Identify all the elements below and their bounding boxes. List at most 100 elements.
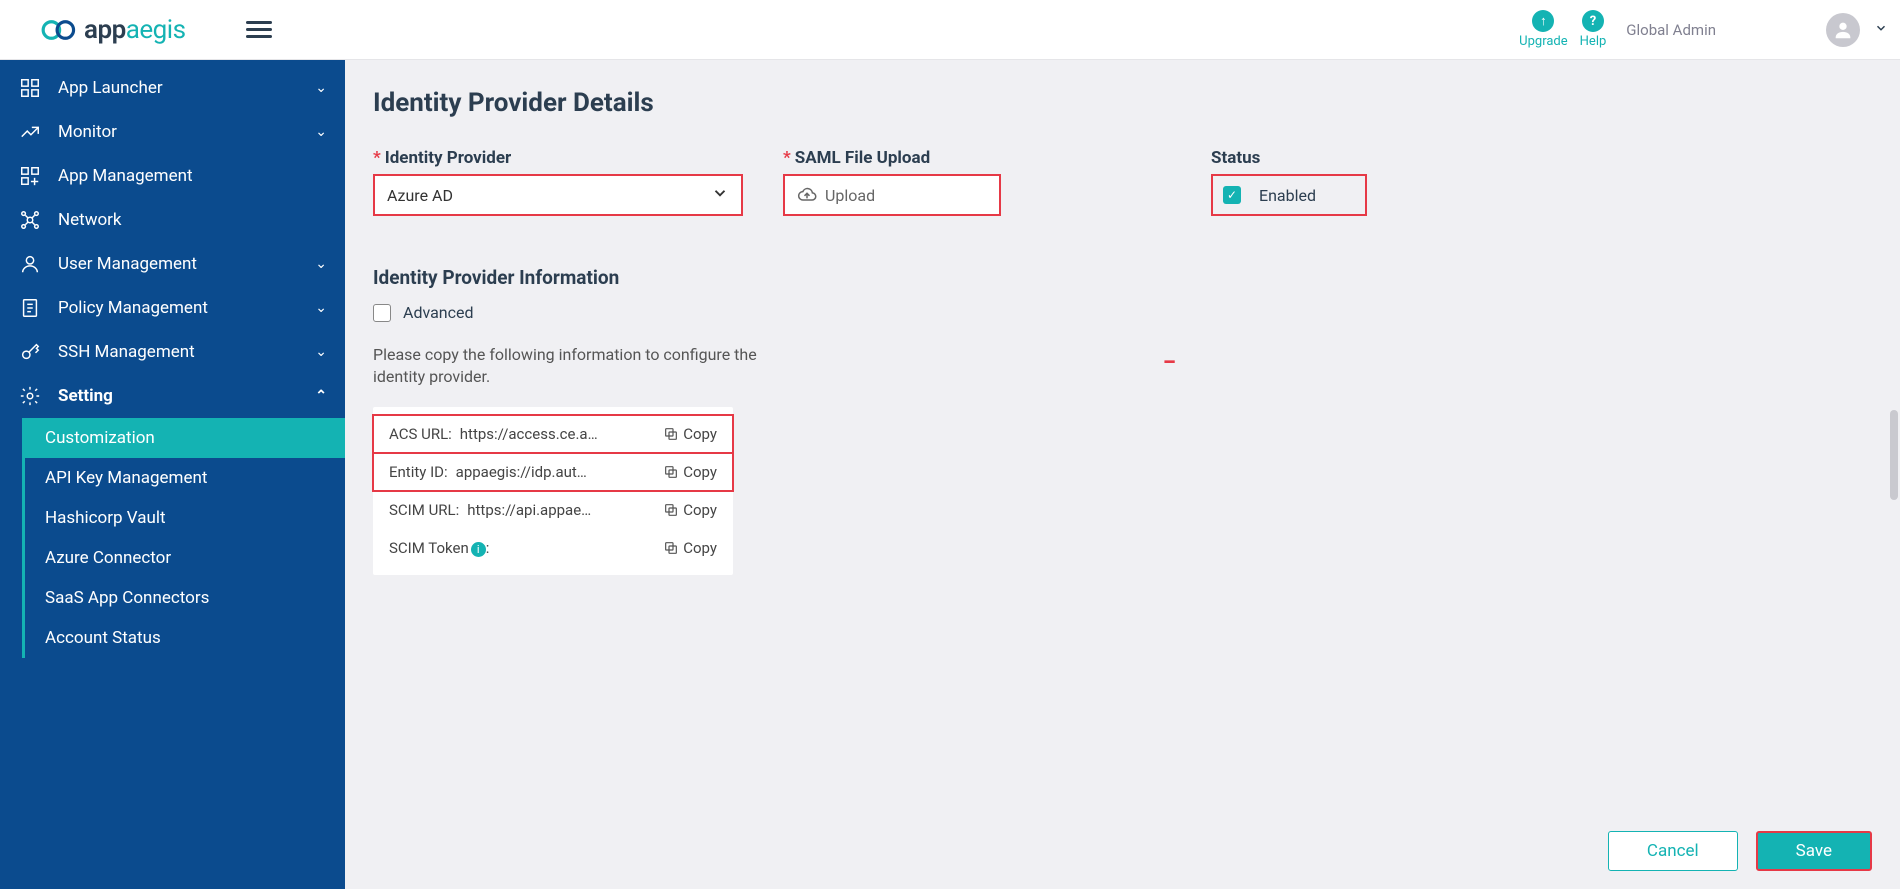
info-row-acs-url: ACS URL: https://access.ce.a… Copy — [373, 415, 733, 453]
status-group: Status ✓ Enabled — [1211, 148, 1367, 216]
chevron-up-icon: ⌃ — [315, 388, 327, 404]
info-value: https://api.appae… — [467, 501, 655, 519]
identity-provider-value: Azure AD — [387, 186, 453, 205]
scrollbar[interactable] — [1890, 410, 1898, 500]
gear-icon — [18, 385, 42, 407]
sidebar-subitem-account-status[interactable]: Account Status — [25, 618, 345, 658]
copy-icon — [663, 464, 679, 480]
advanced-label: Advanced — [403, 303, 474, 322]
sidebar-subitem-saas-connectors[interactable]: SaaS App Connectors — [25, 578, 345, 618]
sidebar: App Launcher ⌄ Monitor ⌄ App Management … — [0, 60, 345, 889]
sidebar-item-setting[interactable]: Setting ⌃ — [0, 374, 345, 418]
chevron-down-icon: ⌄ — [315, 300, 327, 316]
logo: appaegis — [40, 15, 186, 45]
info-icon[interactable]: i — [471, 542, 486, 557]
avatar-icon — [1832, 19, 1854, 41]
logo-icon — [40, 18, 78, 42]
section-title: Identity Provider Information — [373, 266, 1872, 289]
header: appaegis ↑ Upgrade ? Help Global Admin — [0, 0, 1900, 60]
sidebar-subitem-hashicorp[interactable]: Hashicorp Vault — [25, 498, 345, 538]
brand-main: app — [84, 15, 126, 45]
main-content: Identity Provider Details *Identity Prov… — [345, 60, 1900, 889]
info-key: SCIM Tokeni: — [389, 539, 489, 557]
copy-scim-token-button[interactable]: Copy — [663, 539, 717, 557]
help-icon: ? — [1582, 10, 1604, 32]
avatar[interactable] — [1826, 13, 1860, 47]
upgrade-icon: ↑ — [1532, 10, 1554, 32]
document-icon — [18, 297, 42, 319]
help-label: Help — [1580, 34, 1607, 49]
copy-label: Copy — [683, 463, 717, 481]
advanced-checkbox-row[interactable]: Advanced — [373, 303, 1872, 322]
chart-icon — [18, 121, 42, 143]
grid-plus-icon — [18, 165, 42, 187]
sidebar-item-label: Setting — [58, 386, 113, 406]
sidebar-subitem-azure-connector[interactable]: Azure Connector — [25, 538, 345, 578]
sidebar-item-network[interactable]: Network — [0, 198, 345, 242]
key-icon — [18, 341, 42, 363]
identity-provider-label: *Identity Provider — [373, 148, 743, 168]
chevron-down-icon: ⌄ — [315, 80, 327, 96]
copy-label: Copy — [683, 539, 717, 557]
copy-icon — [663, 502, 679, 518]
saml-upload-button[interactable]: Upload — [783, 174, 1001, 216]
sidebar-item-monitor[interactable]: Monitor ⌄ — [0, 110, 345, 154]
status-enabled-checkbox[interactable]: ✓ Enabled — [1211, 174, 1367, 216]
upgrade-button[interactable]: ↑ Upgrade — [1519, 10, 1567, 49]
copy-entity-id-button[interactable]: Copy — [663, 463, 717, 481]
sidebar-item-user-management[interactable]: User Management ⌄ — [0, 242, 345, 286]
sidebar-subitem-api-key[interactable]: API Key Management — [25, 458, 345, 498]
cancel-button[interactable]: Cancel — [1608, 831, 1738, 871]
form-row: *Identity Provider Azure AD *SAML File U… — [373, 148, 1872, 216]
info-value: https://access.ce.a… — [460, 425, 655, 443]
user-icon — [18, 253, 42, 275]
annotation-mark: – — [1163, 350, 1175, 374]
cloud-upload-icon — [797, 185, 817, 205]
sidebar-item-policy-management[interactable]: Policy Management ⌄ — [0, 286, 345, 330]
page-title: Identity Provider Details — [373, 88, 1872, 118]
info-row-scim-token: SCIM Tokeni: Copy — [373, 529, 733, 567]
sidebar-submenu: Customization API Key Management Hashico… — [22, 418, 345, 658]
sidebar-item-label: SSH Management — [58, 342, 195, 362]
sidebar-subitem-customization[interactable]: Customization — [25, 418, 345, 458]
info-row-entity-id: Entity ID: appaegis://idp.aut… Copy — [373, 453, 733, 491]
button-row: Cancel Save — [373, 807, 1872, 871]
menu-toggle-button[interactable] — [246, 21, 272, 38]
identity-provider-group: *Identity Provider Azure AD — [373, 148, 743, 216]
copy-acs-url-button[interactable]: Copy — [663, 425, 717, 443]
sidebar-item-ssh-management[interactable]: SSH Management ⌄ — [0, 330, 345, 374]
info-card: ACS URL: https://access.ce.a… Copy Entit… — [373, 407, 733, 575]
checkbox-empty-icon — [373, 304, 391, 322]
brand-accent: aegis — [126, 15, 186, 45]
upgrade-label: Upgrade — [1519, 34, 1567, 49]
chevron-down-icon: ⌄ — [315, 256, 327, 272]
status-value: Enabled — [1259, 186, 1316, 205]
sidebar-item-label: Network — [58, 210, 122, 230]
copy-icon — [663, 426, 679, 442]
sidebar-item-label: Monitor — [58, 122, 117, 142]
info-value: appaegis://idp.aut… — [456, 463, 656, 481]
help-button[interactable]: ? Help — [1580, 10, 1607, 49]
sidebar-item-app-launcher[interactable]: App Launcher ⌄ — [0, 66, 345, 110]
copy-icon — [663, 540, 679, 556]
sidebar-item-label: User Management — [58, 254, 197, 274]
identity-provider-select[interactable]: Azure AD — [373, 174, 743, 216]
copy-scim-url-button[interactable]: Copy — [663, 501, 717, 519]
saml-upload-label: *SAML File Upload — [783, 148, 1001, 168]
chevron-down-icon[interactable] — [1874, 21, 1888, 39]
sidebar-item-app-management[interactable]: App Management — [0, 154, 345, 198]
copy-label: Copy — [683, 501, 717, 519]
info-key: Entity ID: — [389, 463, 448, 481]
grid-icon — [18, 77, 42, 99]
info-key: ACS URL: — [389, 425, 452, 443]
info-key: SCIM URL: — [389, 501, 459, 519]
copy-label: Copy — [683, 425, 717, 443]
sidebar-item-label: App Management — [58, 166, 193, 186]
info-row-scim-url: SCIM URL: https://api.appae… Copy — [373, 491, 733, 529]
sidebar-item-label: App Launcher — [58, 78, 163, 98]
sidebar-item-label: Policy Management — [58, 298, 208, 318]
checkbox-checked-icon: ✓ — [1223, 186, 1241, 204]
brand-text: appaegis — [84, 15, 186, 45]
chevron-down-icon: ⌄ — [315, 344, 327, 360]
save-button[interactable]: Save — [1756, 831, 1872, 871]
